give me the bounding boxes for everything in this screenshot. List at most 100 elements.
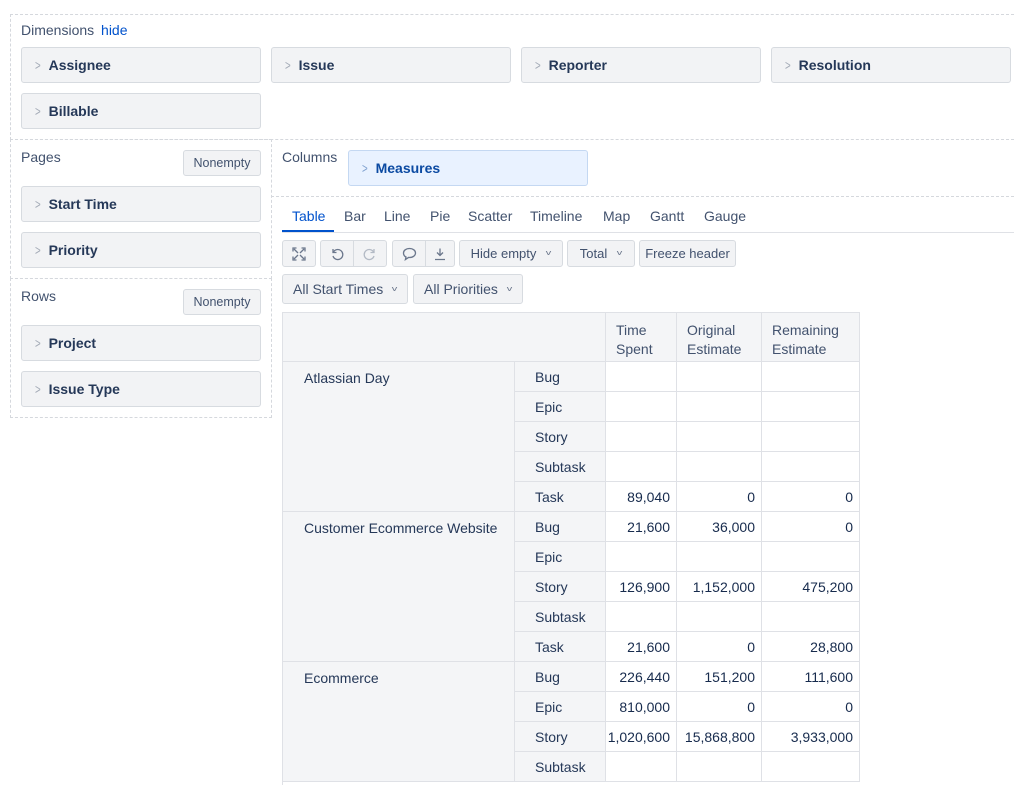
table-cell <box>606 362 677 392</box>
table-cell <box>677 602 762 632</box>
pages-label: Pages <box>21 149 61 165</box>
dimension-label: Resolution <box>798 57 871 73</box>
page-start-time[interactable]: > Start Time <box>21 186 261 222</box>
table-cell <box>762 602 860 632</box>
table-cell: 0 <box>762 692 860 722</box>
tab-gantt[interactable]: Gantt <box>650 208 684 224</box>
row-issue-type[interactable]: > Issue Type <box>21 371 261 407</box>
rows-nonempty-button[interactable]: Nonempty <box>183 289 261 315</box>
chevron-down-icon: v <box>392 285 398 293</box>
report-table: Time Spent Original Estimate Remaining Estima… <box>282 312 860 785</box>
redo-button[interactable] <box>353 240 387 267</box>
pages-nonempty-button[interactable]: Nonempty <box>183 150 261 176</box>
row-project[interactable]: > Project <box>21 325 261 361</box>
row-header-issue-type[interactable]: Story <box>515 722 606 752</box>
dimension-resolution[interactable]: > Resolution <box>771 47 1011 83</box>
row-header-project[interactable]: Customer Ecommerce Website <box>283 512 515 662</box>
column-measures[interactable]: > Measures <box>348 150 588 186</box>
table-cell: 0 <box>677 692 762 722</box>
redo-icon <box>363 248 375 260</box>
dimension-label: Billable <box>48 103 99 119</box>
row-header-issue-type[interactable]: Epic <box>515 692 606 722</box>
dimension-label: Reporter <box>548 57 607 73</box>
page-priority[interactable]: > Priority <box>21 232 261 268</box>
rows-label: Rows <box>21 288 57 304</box>
tab-bar[interactable]: Bar <box>344 208 366 224</box>
row-header-issue-type[interactable]: Bug <box>515 662 606 692</box>
chevron-down-icon: v <box>616 249 623 258</box>
chart-type-tabs: Table Bar Line Pie Scatter Timeline Map … <box>282 202 1014 233</box>
comment-button[interactable] <box>392 240 426 267</box>
column-header-text: Estimate <box>772 341 827 357</box>
row-header-issue-type[interactable]: Subtask <box>515 602 606 632</box>
dimension-assignee[interactable]: > Assignee <box>21 47 261 83</box>
table-cell: 810,000 <box>606 692 677 722</box>
row-header-issue-type[interactable]: Story <box>515 422 606 452</box>
tab-pie[interactable]: Pie <box>430 208 450 224</box>
tab-map[interactable]: Map <box>603 208 630 224</box>
hide-dimensions-link[interactable]: hide <box>101 22 127 38</box>
table-cell: 111,600 <box>762 662 860 692</box>
chevron-down-icon: v <box>506 285 513 293</box>
column-label: Measures <box>375 160 441 176</box>
active-tab-indicator <box>282 230 334 232</box>
table-cell <box>677 452 762 482</box>
column-header-text: Remaining <box>772 322 839 338</box>
tab-gauge[interactable]: Gauge <box>704 208 746 224</box>
table-cell: 3,933,000 <box>762 722 860 752</box>
table-cell: 15,868,800 <box>677 722 762 752</box>
row-header-issue-type[interactable]: Task <box>515 632 606 662</box>
dimension-reporter[interactable]: > Reporter <box>521 47 761 83</box>
table-cell: 28,800 <box>762 632 860 662</box>
dimension-billable[interactable]: > Billable <box>21 93 261 129</box>
fullscreen-button[interactable] <box>282 240 316 267</box>
hide-empty-label: Hide empty <box>470 246 537 261</box>
dimensions-label: Dimensions hide <box>21 22 128 38</box>
table-cell <box>762 392 860 422</box>
table-corner-header <box>283 313 606 362</box>
column-header[interactable]: Remaining Estimate <box>762 313 860 362</box>
tab-scatter[interactable]: Scatter <box>468 208 512 224</box>
dimension-issue[interactable]: > Issue <box>271 47 511 83</box>
freeze-header-button[interactable]: Freeze header <box>639 240 736 267</box>
undo-button[interactable] <box>320 240 354 267</box>
column-header-text: Spent <box>616 341 653 357</box>
table-cell: 1,020,600 <box>606 722 677 752</box>
row-header-issue-type[interactable]: Task <box>515 482 606 512</box>
fullscreen-icon <box>292 246 306 261</box>
table-cell: 1,152,000 <box>677 572 762 602</box>
column-header[interactable]: Time Spent <box>606 313 677 362</box>
table-cell <box>677 752 762 782</box>
row-header-issue-type[interactable]: Subtask <box>515 752 606 782</box>
table-cell <box>606 422 677 452</box>
row-label: Project <box>48 335 97 351</box>
table-cell <box>762 362 860 392</box>
column-header[interactable]: Original Estimate <box>677 313 762 362</box>
start-time-filter-label: All Start Times <box>293 281 384 297</box>
table-cell: 21,600 <box>606 512 677 542</box>
row-header-issue-type[interactable]: Bug <box>515 512 606 542</box>
total-label: Total <box>579 246 608 261</box>
chevron-right-icon: > <box>34 103 41 119</box>
row-header-issue-type[interactable]: Bug <box>515 362 606 392</box>
row-header-issue-type[interactable]: Epic <box>515 542 606 572</box>
row-header-issue-type[interactable]: Subtask <box>515 452 606 482</box>
row-header-issue-type[interactable]: Epic <box>515 392 606 422</box>
tab-table[interactable]: Table <box>292 208 325 224</box>
row-header-project[interactable]: Ecommerce <box>283 662 515 782</box>
total-dropdown[interactable]: Total v <box>567 240 635 267</box>
priority-filter[interactable]: All Priorities v <box>413 274 523 304</box>
row-header-issue-type[interactable]: Story <box>515 572 606 602</box>
chevron-right-icon: > <box>34 57 41 73</box>
tab-timeline[interactable]: Timeline <box>530 208 582 224</box>
table-cell: 475,200 <box>762 572 860 602</box>
chevron-right-icon: > <box>34 196 41 212</box>
chevron-right-icon: > <box>534 57 541 73</box>
tab-line[interactable]: Line <box>384 208 410 224</box>
chevron-right-icon: > <box>34 335 41 351</box>
hide-empty-dropdown[interactable]: Hide empty v <box>459 240 563 267</box>
export-button[interactable] <box>425 240 455 267</box>
table-cell <box>606 752 677 782</box>
row-header-project[interactable]: Atlassian Day <box>283 362 515 512</box>
start-time-filter[interactable]: All Start Times v <box>282 274 409 304</box>
